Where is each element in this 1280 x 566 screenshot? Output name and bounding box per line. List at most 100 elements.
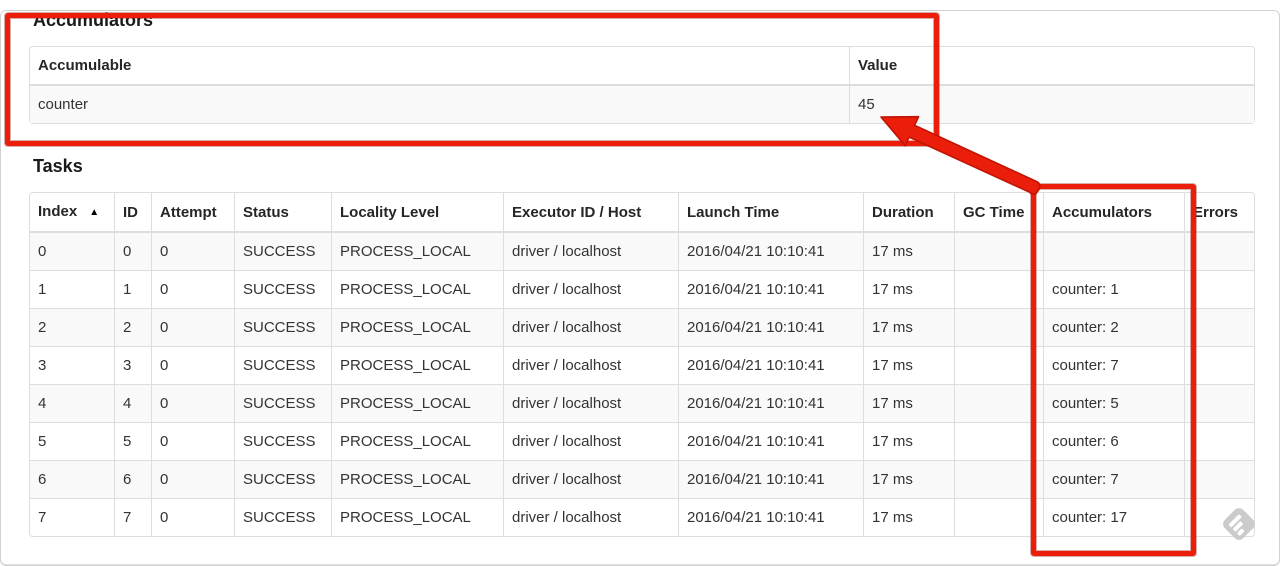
task-attempt-cell: 0 [151,385,234,423]
task-locality-level-cell: PROCESS_LOCAL [331,499,503,536]
task-executor-id-host-cell: driver / localhost [503,347,678,385]
task-row: 5 5 0 SUCCESS PROCESS_LOCAL driver / localhos… [30,423,1254,461]
task-executor-id-host-cell: driver / localhost [503,271,678,309]
task-launch-time-cell: 2016/04/21 10:10:41 [678,385,863,423]
tasks-table: Index ▲ ID Attempt Status Locality Level … [29,192,1255,537]
task-errors-cell [1184,233,1254,271]
task-duration-cell: 17 ms [863,233,954,271]
status-column-header[interactable]: Status [234,193,331,233]
task-gc-time-cell [954,423,1043,461]
task-duration-cell: 17 ms [863,461,954,499]
spark-stage-page: Accumulators Accumulable Value counter 4… [0,10,1280,537]
task-id-cell: 3 [114,347,151,385]
task-executor-id-host-cell: driver / localhost [503,309,678,347]
task-errors-cell [1184,461,1254,499]
task-launch-time-cell: 2016/04/21 10:10:41 [678,309,863,347]
task-gc-time-cell [954,347,1043,385]
locality-level-column-header[interactable]: Locality Level [331,193,503,233]
accumulable-name-cell: counter [38,96,89,113]
task-duration-cell: 17 ms [863,347,954,385]
accumulators-section-title: Accumulators [33,10,154,30]
task-row: 1 1 0 SUCCESS PROCESS_LOCAL driver / localhos… [30,271,1254,309]
task-locality-level-cell: PROCESS_LOCAL [331,385,503,423]
value-column-header[interactable]: Value [849,47,1254,86]
accumulable-value-cell: 45 [849,86,1254,123]
task-attempt-cell: 0 [151,423,234,461]
task-gc-time-cell [954,385,1043,423]
attempt-column-header[interactable]: Attempt [151,193,234,233]
task-attempt-cell: 0 [151,461,234,499]
task-row: 4 4 0 SUCCESS PROCESS_LOCAL driver / localhos… [30,385,1254,423]
task-attempt-cell: 0 [151,347,234,385]
task-status-cell: SUCCESS [234,385,331,423]
task-duration-cell: 17 ms [863,385,954,423]
accumulators-column-header[interactable]: Accumulators [1043,193,1184,233]
task-index-cell: 4 [30,385,114,423]
task-row: 3 3 0 SUCCESS PROCESS_LOCAL driver / localhos… [30,347,1254,385]
task-row: 0 0 0 SUCCESS PROCESS_LOCAL driver / localhos… [30,233,1254,271]
task-index-cell: 7 [38,509,47,526]
task-accumulators-cell: counter: 1 [1043,271,1184,309]
executor-id-host-column-header[interactable]: Executor ID / Host [503,193,678,233]
task-executor-id-host-cell: driver / localhost [503,385,678,423]
launch-time-column-header[interactable]: Launch Time [678,193,863,233]
task-executor-id-host-cell: driver / localhost [503,233,678,271]
task-id-cell: 5 [114,423,151,461]
task-executor-id-host-cell: driver / localhost [503,423,678,461]
task-locality-level-cell: PROCESS_LOCAL [331,233,503,271]
task-launch-time-cell: 2016/04/21 10:10:41 [678,499,863,536]
task-accumulators-cell: counter: 7 [1043,347,1184,385]
task-launch-time-cell: 2016/04/21 10:10:41 [678,461,863,499]
task-locality-level-cell: PROCESS_LOCAL [331,461,503,499]
task-accumulators-cell [1043,233,1184,271]
tasks-header-row: Index ▲ ID Attempt Status Locality Level … [30,193,1254,233]
errors-column-header[interactable]: Errors [1184,193,1254,233]
accumulators-header-row: Accumulable Value [30,47,1254,86]
index-column-header-label: Index [38,203,78,220]
task-gc-time-cell [954,271,1043,309]
gc-time-column-header[interactable]: GC Time [954,193,1043,233]
task-index-cell: 5 [30,423,114,461]
task-status-cell: SUCCESS [234,271,331,309]
watermark-icon [1220,505,1258,543]
task-duration-cell: 17 ms [863,499,954,536]
task-executor-id-host-cell: driver / localhost [503,499,678,536]
task-status-cell: SUCCESS [234,233,331,271]
task-locality-level-cell: PROCESS_LOCAL [331,309,503,347]
task-status-cell: SUCCESS [234,309,331,347]
task-index-cell: 1 [30,271,114,309]
task-duration-cell: 17 ms [863,271,954,309]
task-errors-cell [1184,423,1254,461]
tasks-section-title: Tasks [33,156,83,176]
duration-column-header[interactable]: Duration [863,193,954,233]
task-accumulators-cell: counter: 6 [1043,423,1184,461]
index-column-header[interactable]: Index ▲ [30,193,114,233]
task-gc-time-cell [954,461,1043,499]
task-locality-level-cell: PROCESS_LOCAL [331,347,503,385]
task-accumulators-cell: counter: 7 [1043,461,1184,499]
accumulable-column-header[interactable]: Accumulable [30,47,849,86]
task-locality-level-cell: PROCESS_LOCAL [331,423,503,461]
task-accumulators-cell: counter: 17 [1043,499,1184,536]
task-errors-cell [1184,385,1254,423]
task-status-cell: SUCCESS [234,461,331,499]
sort-ascending-icon: ▲ [89,207,100,218]
task-gc-time-cell [954,233,1043,271]
task-accumulators-cell: counter: 5 [1043,385,1184,423]
task-gc-time-cell [954,499,1043,536]
task-duration-cell: 17 ms [863,423,954,461]
task-attempt-cell: 0 [151,271,234,309]
task-errors-cell [1184,309,1254,347]
task-id-cell: 7 [114,499,151,536]
task-status-cell: SUCCESS [234,347,331,385]
task-accumulators-cell: counter: 2 [1043,309,1184,347]
task-executor-id-host-cell: driver / localhost [503,461,678,499]
id-column-header[interactable]: ID [114,193,151,233]
task-id-cell: 0 [114,233,151,271]
task-gc-time-cell [954,309,1043,347]
task-row: 2 2 0 SUCCESS PROCESS_LOCAL driver / localhos… [30,309,1254,347]
task-launch-time-cell: 2016/04/21 10:10:41 [678,233,863,271]
task-id-cell: 6 [114,461,151,499]
task-locality-level-cell: PROCESS_LOCAL [331,271,503,309]
accumulators-table: Accumulable Value counter 45 [29,46,1255,124]
